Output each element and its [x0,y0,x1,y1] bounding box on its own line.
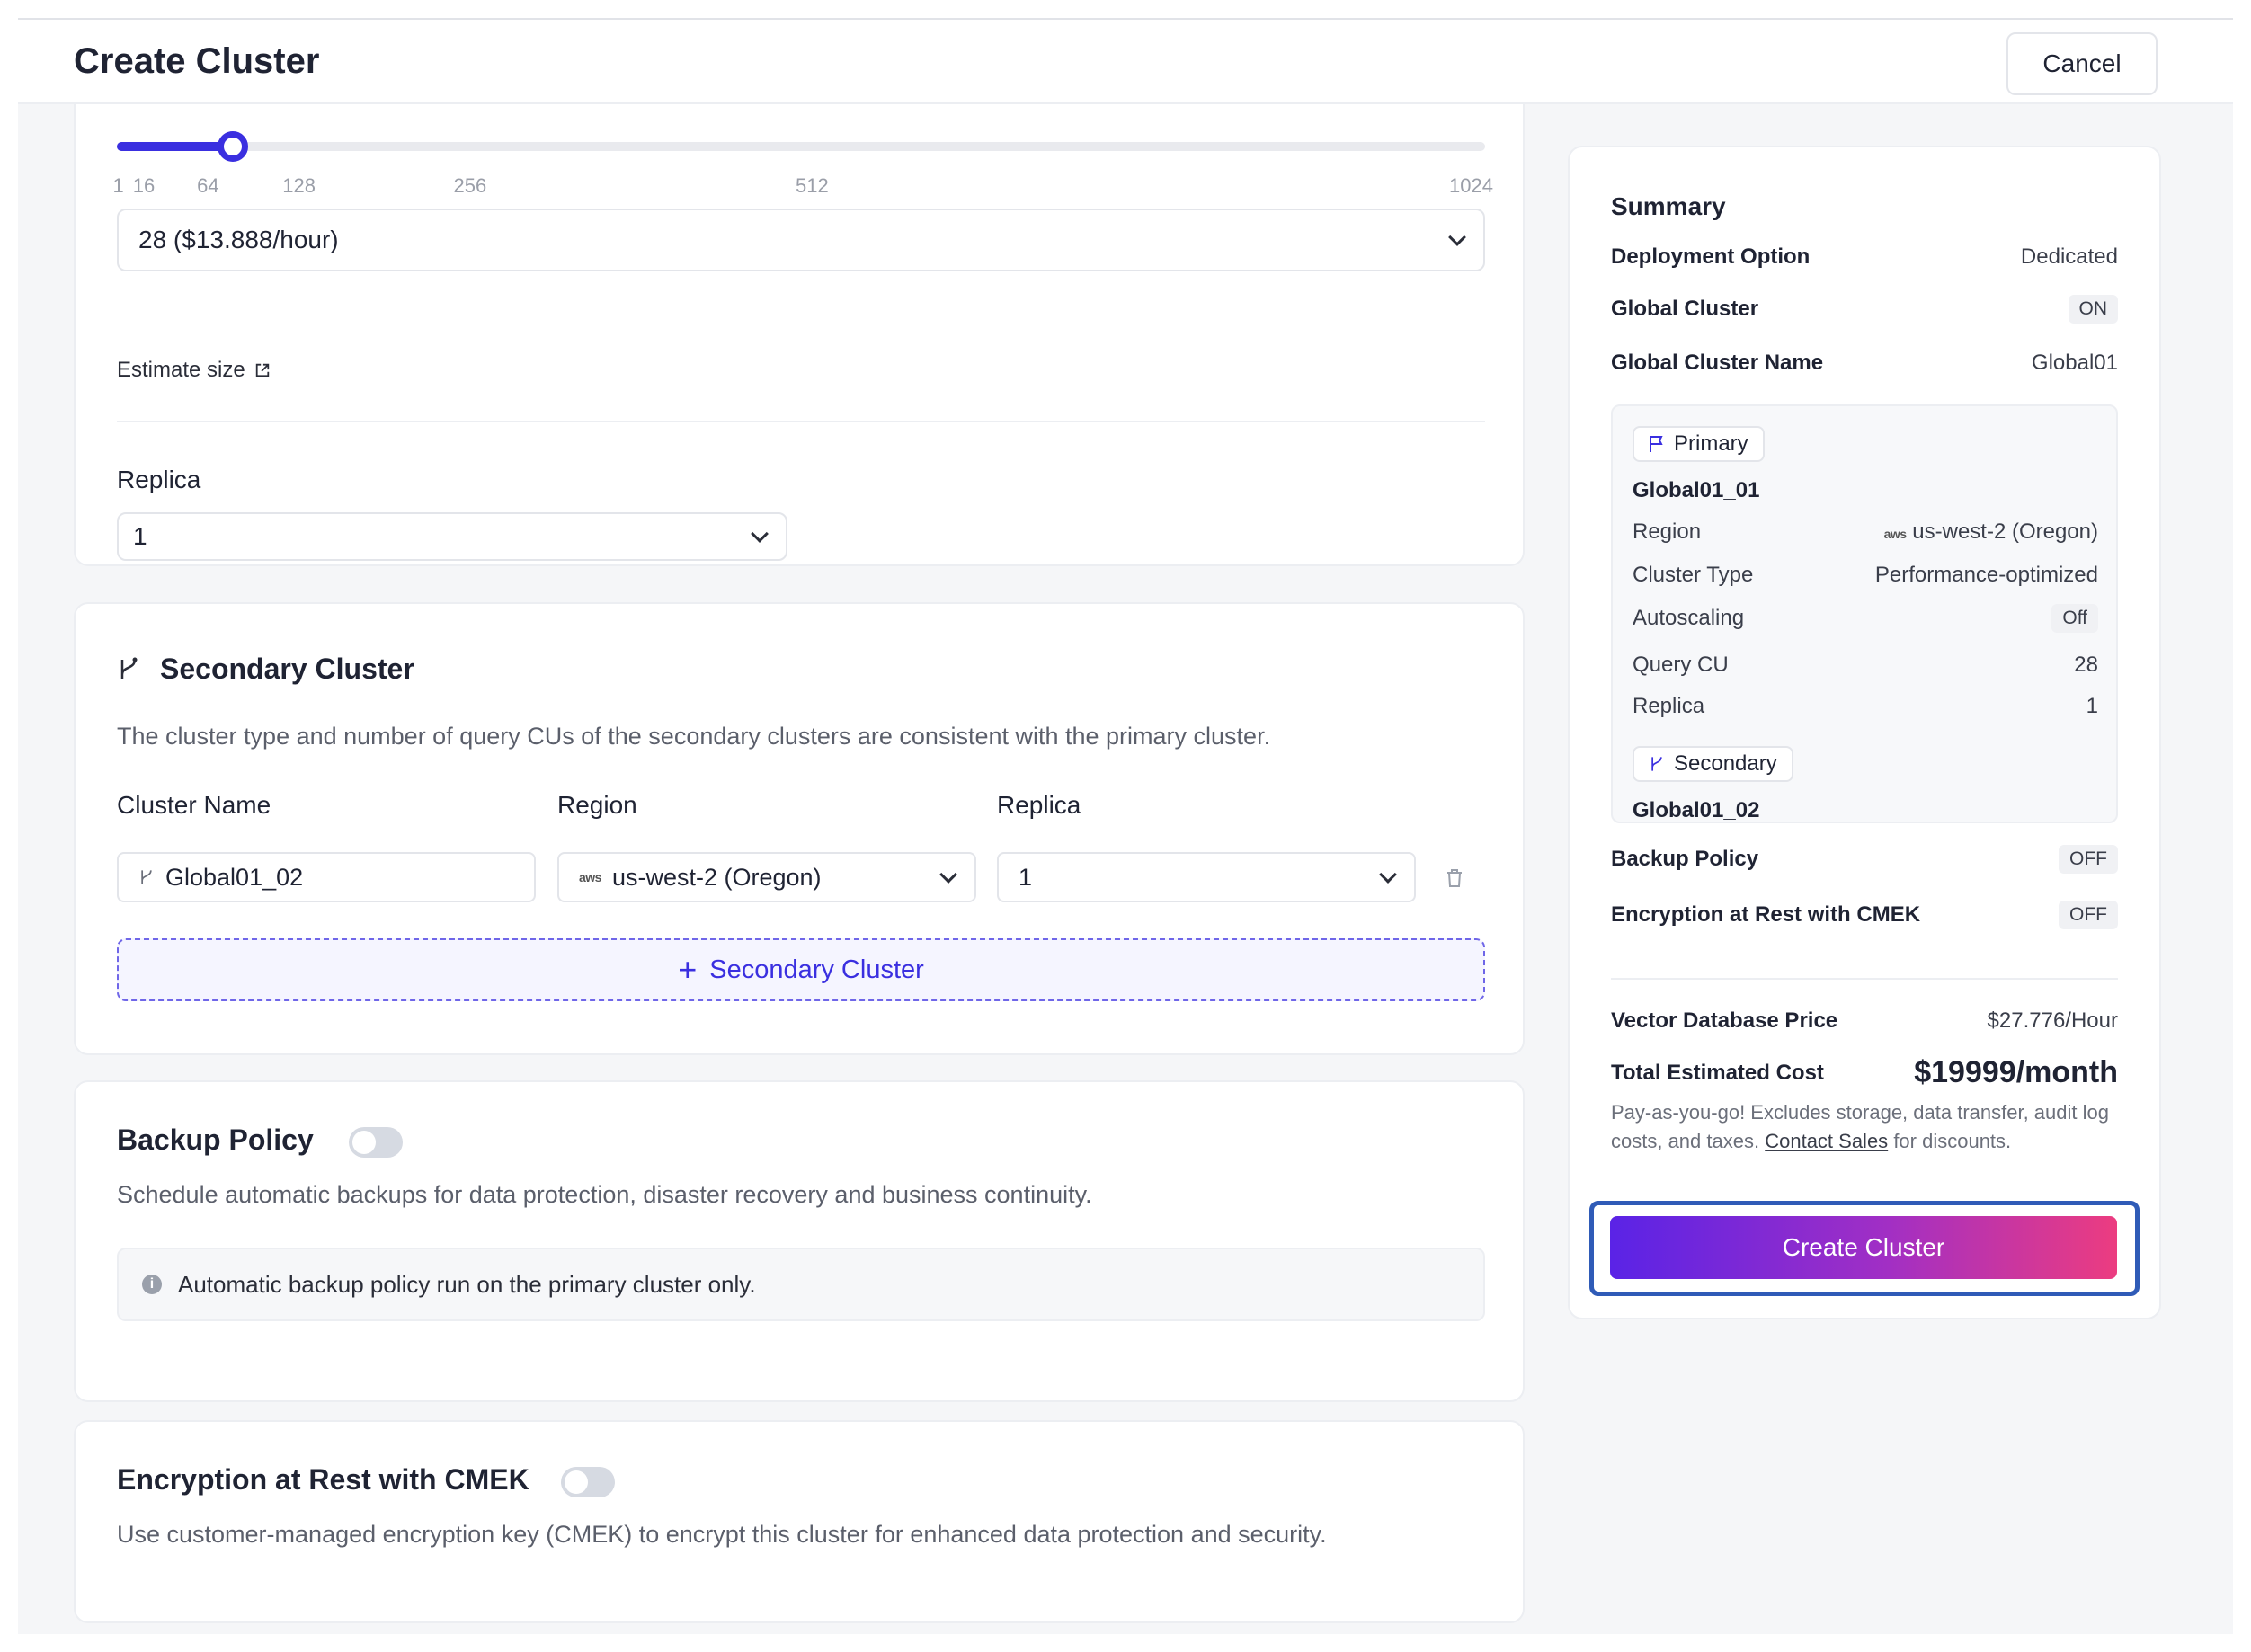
aws-icon: aws [1883,527,1907,541]
backup-info-text: Automatic backup policy run on the prima… [178,1270,756,1298]
secondary-cluster-name: Global01_02 [1633,798,1760,822]
slider-handle[interactable] [218,131,248,162]
divider [1611,978,2118,980]
replica-label: Replica [117,466,201,493]
chevron-down-icon [751,525,769,543]
divider [117,421,1485,422]
primary-row-replica: Replica 1 [1633,694,2098,718]
backup-info-box: i Automatic backup policy run on the pri… [117,1248,1485,1321]
secondary-replica-select[interactable]: 1 [997,852,1416,902]
status-badge: ON [2068,295,2118,324]
query-cu-value: 28 ($13.888/hour) [138,226,339,253]
summary-row-backup: Backup Policy OFF [1611,845,2118,874]
flag-icon [1650,436,1663,452]
primary-row-query-cu: Query CU 28 [1633,653,2098,677]
summary-title: Summary [1611,192,1726,220]
aws-icon: aws [579,870,601,884]
slider-tick: 64 [197,174,219,197]
branch-icon [1651,757,1662,771]
region-label: Region [557,791,637,819]
primary-cluster-name: Global01_01 [1633,478,1760,502]
status-badge: OFF [2059,901,2118,929]
create-cluster-button[interactable]: Create Cluster [1610,1216,2117,1279]
estimate-size-label: Estimate size [117,358,245,382]
summary-row-global-name: Global Cluster Name Global01 [1611,351,2118,375]
replica-select[interactable]: 1 [117,512,787,561]
backup-policy-description: Schedule automatic backups for data prot… [117,1181,1092,1208]
add-secondary-label: Secondary Cluster [709,955,924,984]
query-cu-select[interactable]: 28 ($13.888/hour) [117,209,1485,271]
slider-fill [117,142,233,151]
summary-row-encryption: Encryption at Rest with CMEK OFF [1611,901,2118,929]
contact-sales-link[interactable]: Contact Sales [1765,1130,1888,1152]
primary-row-region: Region aws us-west-2 (Oregon) [1633,520,2098,544]
encryption-description: Use customer-managed encryption key (CME… [117,1521,1327,1548]
replica-value: 1 [133,522,147,550]
summary-panel: Summary Deployment Option Dedicated Glob… [1568,146,2161,1319]
slider-tick: 1024 [1449,174,1493,197]
slider-tick: 128 [282,174,316,197]
backup-policy-title: Backup Policy [117,1124,314,1156]
region-select[interactable]: aws us-west-2 (Oregon) [557,852,976,902]
cluster-name-value: Global01_02 [165,863,304,891]
add-secondary-cluster-button[interactable]: + Secondary Cluster [117,938,1485,1001]
info-icon: i [142,1275,162,1294]
slider-tick: 1 [112,174,124,197]
branch-icon [141,870,152,884]
secondary-tag: Secondary [1633,746,1793,782]
estimate-size-link[interactable]: Estimate size [117,358,271,383]
query-cu-card: 1 16 64 128 256 512 1024 28 ($13.888/hour) Est… [74,56,1525,566]
encryption-card: Encryption at Rest with CMEK Use custome… [74,1420,1525,1623]
secondary-cluster-description: The cluster type and number of query CUs… [117,723,1271,750]
secondary-cluster-card: Secondary Cluster The cluster type and n… [74,602,1525,1055]
slider-tick: 16 [132,174,156,197]
status-badge: OFF [2059,845,2118,874]
page-header: Create Cluster Cancel [18,20,2233,104]
encryption-toggle[interactable] [561,1467,615,1497]
slider-tick: 512 [796,174,829,197]
plus-icon: + [678,951,698,988]
query-cu-slider[interactable] [117,131,1485,162]
summary-row-deployment: Deployment Option Dedicated [1611,244,2118,269]
summary-row-global-cluster: Global Cluster ON [1611,295,2118,324]
pricing-note: Pay-as-you-go! Excludes storage, data tr… [1611,1101,2109,1152]
app-frame: 1 16 64 128 256 512 1024 28 ($13.888/hour) Est… [18,18,2233,1634]
encryption-title: Encryption at Rest with CMEK [117,1463,529,1496]
create-cluster-focus-ring: Create Cluster [1589,1201,2140,1296]
cancel-button[interactable]: Cancel [2006,32,2158,95]
cluster-details-box: Primary Global01_01 Region aws us-west-2… [1611,404,2118,823]
page-title: Create Cluster [74,41,320,81]
branch-icon [120,657,138,679]
status-badge: Off [2051,604,2098,633]
chevron-down-icon [939,866,957,884]
chevron-down-icon [1379,866,1397,884]
secondary-replica-value: 1 [1019,863,1033,891]
region-value: us-west-2 (Oregon) [611,863,822,891]
cluster-name-label: Cluster Name [117,791,271,819]
slider-tick: 256 [453,174,487,197]
replica-label: Replica [997,791,1081,819]
total-cost-value: $19999/month [1914,1055,2118,1089]
chevron-down-icon [1448,228,1466,246]
secondary-cluster-title: Secondary Cluster [160,653,414,685]
cluster-name-input[interactable]: Global01_02 [117,852,536,902]
primary-row-cluster-type: Cluster Type Performance-optimized [1633,563,2098,587]
primary-tag: Primary [1633,426,1765,462]
backup-policy-card: Backup Policy Schedule automatic backups… [74,1080,1525,1402]
primary-row-autoscaling: Autoscaling Off [1633,604,2098,633]
summary-row-price: Vector Database Price $27.776/Hour [1611,1008,2118,1033]
backup-policy-toggle[interactable] [349,1127,403,1158]
external-link-icon [255,363,269,377]
trash-icon[interactable] [1446,868,1464,888]
summary-row-total-cost: Total Estimated Cost $19999/month [1611,1055,2118,1089]
